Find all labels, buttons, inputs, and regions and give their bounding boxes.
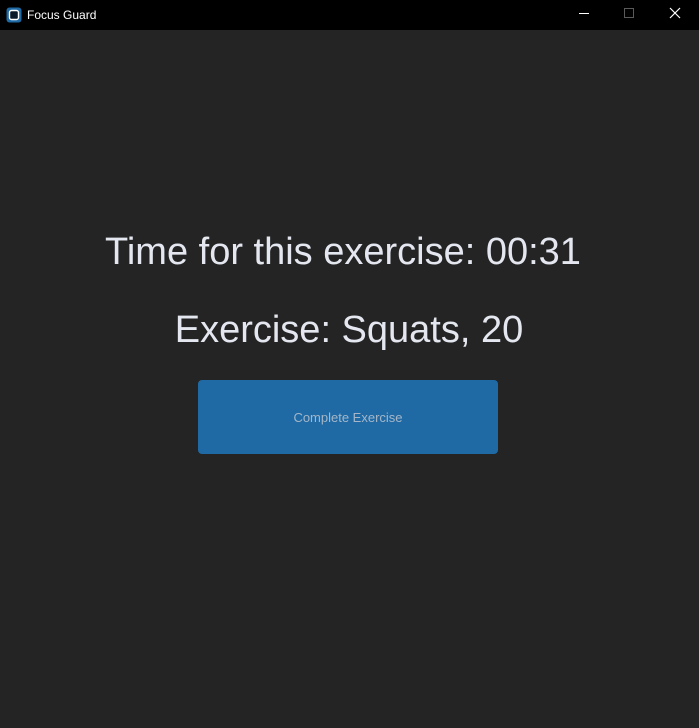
main-content: Time for this exercise: 00:31 Exercise: … (0, 30, 699, 728)
title-bar[interactable]: Focus Guard (0, 0, 699, 30)
app-window: Focus Guard Time for this exercise: 00:3… (0, 0, 699, 728)
exercise-name-label: Exercise: Squats, 20 (174, 309, 524, 351)
minimize-icon (578, 6, 590, 24)
exercise-timer-label: Time for this exercise: 00:31 (105, 231, 581, 273)
complete-exercise-button[interactable]: Complete Exercise (198, 380, 498, 454)
complete-exercise-button-label: Complete Exercise (293, 409, 403, 425)
minimize-button[interactable] (561, 0, 607, 30)
maximize-icon (623, 6, 635, 24)
close-button[interactable] (652, 0, 698, 30)
close-icon (669, 6, 681, 24)
maximize-button[interactable] (606, 0, 652, 30)
window-title: Focus Guard (27, 8, 97, 22)
app-icon (6, 7, 22, 23)
